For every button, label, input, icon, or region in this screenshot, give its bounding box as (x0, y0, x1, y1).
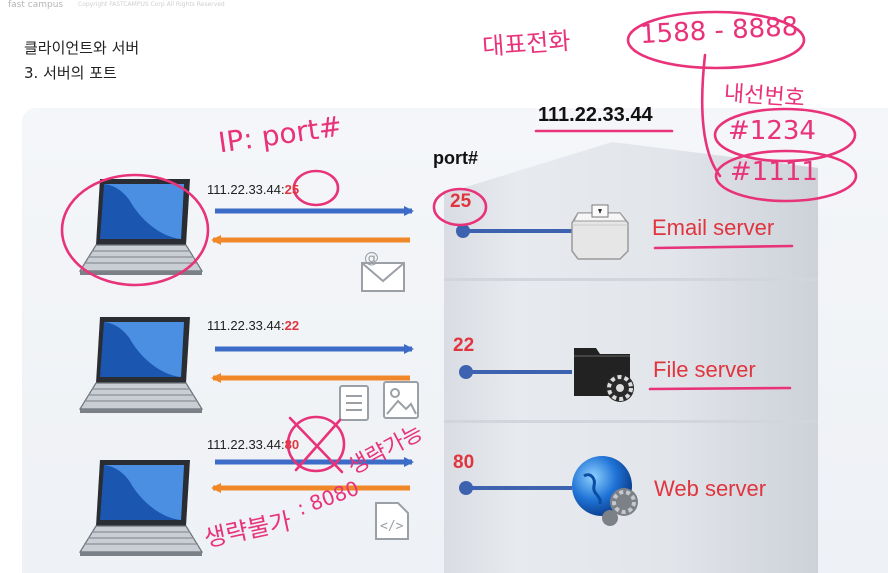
laptop-icon (79, 316, 203, 414)
annotation-underline (648, 386, 792, 391)
server-ip-title: 111.22.33.44 (538, 104, 653, 126)
laptop-icon (79, 178, 203, 276)
handwritten-extension-2: #1111 (730, 157, 818, 187)
annotation-underline (653, 244, 794, 250)
port-number: 80 (453, 452, 475, 473)
document-icon (339, 385, 369, 421)
image-icon (383, 381, 419, 419)
port-number: 25 (450, 191, 472, 212)
client-ip-label: 111.22.33.44:25 (207, 182, 300, 197)
server-name-file: File server (653, 357, 756, 382)
web-server-icon (572, 456, 638, 526)
code-file-icon: </> (375, 502, 409, 540)
file-server-icon (574, 348, 634, 402)
handwritten-phone-label: 대표전화 (481, 26, 572, 62)
laptop-icon (79, 459, 203, 557)
email-icon: @ (361, 249, 405, 292)
port-number: 22 (453, 335, 475, 356)
svg-text:</>: </> (380, 519, 404, 534)
client-ip-label: 111.22.33.44:80 (207, 437, 300, 452)
port-connector (456, 224, 572, 238)
email-server-icon (571, 204, 629, 260)
svg-text:@: @ (364, 249, 379, 267)
handwritten-extension-1: #1234 (728, 116, 816, 146)
annotation-bracket (700, 53, 722, 178)
annotation-circle (292, 169, 340, 207)
server-name-email: Email server (652, 215, 775, 240)
port-connector (459, 481, 572, 495)
port-connector (459, 365, 572, 379)
client-ip-label: 111.22.33.44:22 (207, 318, 300, 333)
handwritten-extension-label: 내선번호 (723, 81, 806, 112)
server-name-web: Web server (654, 476, 767, 501)
port-header: port# (433, 148, 478, 168)
